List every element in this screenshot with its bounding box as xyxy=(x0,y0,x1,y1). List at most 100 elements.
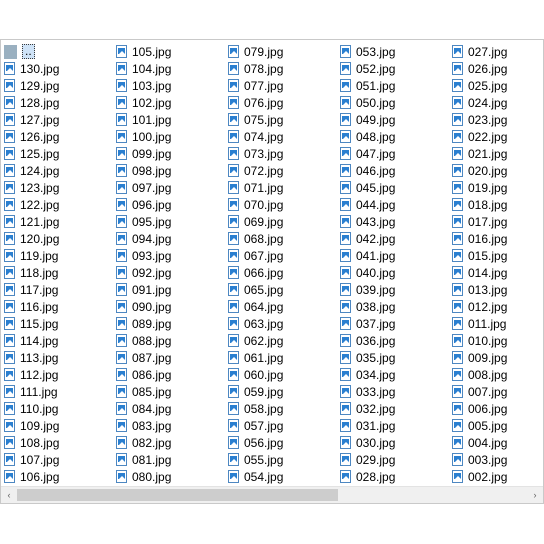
file-item[interactable]: 062.jpg xyxy=(228,332,283,349)
file-item[interactable]: 047.jpg xyxy=(340,145,395,162)
file-item[interactable]: 121.jpg xyxy=(4,213,59,230)
file-item[interactable]: 010.jpg xyxy=(452,332,507,349)
file-item[interactable]: 101.jpg xyxy=(116,111,171,128)
file-item[interactable]: 038.jpg xyxy=(340,298,395,315)
file-item[interactable]: 014.jpg xyxy=(452,264,507,281)
file-item[interactable]: 004.jpg xyxy=(452,434,507,451)
file-item[interactable]: 078.jpg xyxy=(228,60,283,77)
file-item[interactable]: 052.jpg xyxy=(340,60,395,77)
file-item[interactable]: 039.jpg xyxy=(340,281,395,298)
file-item[interactable]: 095.jpg xyxy=(116,213,171,230)
file-item[interactable]: 118.jpg xyxy=(4,264,58,281)
file-item[interactable]: 106.jpg xyxy=(4,468,59,485)
file-item[interactable]: 026.jpg xyxy=(452,60,507,77)
file-item[interactable]: 116.jpg xyxy=(4,298,58,315)
file-item[interactable]: 087.jpg xyxy=(116,349,171,366)
file-item[interactable]: 069.jpg xyxy=(228,213,283,230)
file-item[interactable]: 064.jpg xyxy=(228,298,283,315)
file-item[interactable]: 128.jpg xyxy=(4,94,59,111)
file-item[interactable]: 102.jpg xyxy=(116,94,171,111)
file-item[interactable]: 124.jpg xyxy=(4,162,59,179)
file-item[interactable]: 050.jpg xyxy=(340,94,395,111)
file-item[interactable]: 066.jpg xyxy=(228,264,283,281)
file-item[interactable]: 096.jpg xyxy=(116,196,171,213)
file-item[interactable]: 108.jpg xyxy=(4,434,59,451)
file-item[interactable]: 021.jpg xyxy=(452,145,507,162)
file-item[interactable]: 107.jpg xyxy=(4,451,59,468)
file-item[interactable]: 123.jpg xyxy=(4,179,59,196)
file-item[interactable]: 061.jpg xyxy=(228,349,283,366)
file-item[interactable]: 003.jpg xyxy=(452,451,507,468)
file-item[interactable]: 034.jpg xyxy=(340,366,395,383)
file-item[interactable]: 085.jpg xyxy=(116,383,171,400)
file-item[interactable]: 105.jpg xyxy=(116,43,171,60)
file-item[interactable]: 024.jpg xyxy=(452,94,507,111)
file-item[interactable]: 089.jpg xyxy=(116,315,171,332)
file-item[interactable]: 049.jpg xyxy=(340,111,395,128)
file-item[interactable]: 051.jpg xyxy=(340,77,395,94)
file-item[interactable]: 022.jpg xyxy=(452,128,507,145)
file-item[interactable]: 046.jpg xyxy=(340,162,395,179)
file-item[interactable]: 125.jpg xyxy=(4,145,59,162)
file-item[interactable]: 045.jpg xyxy=(340,179,395,196)
file-item[interactable]: 067.jpg xyxy=(228,247,283,264)
file-item[interactable]: 005.jpg xyxy=(452,417,507,434)
file-item[interactable]: 011.jpg xyxy=(452,315,506,332)
file-item[interactable]: 040.jpg xyxy=(340,264,395,281)
file-item[interactable]: 032.jpg xyxy=(340,400,395,417)
file-item[interactable]: 033.jpg xyxy=(340,383,395,400)
file-item[interactable]: 088.jpg xyxy=(116,332,171,349)
file-item[interactable]: 098.jpg xyxy=(116,162,171,179)
file-item[interactable]: 028.jpg xyxy=(340,468,395,485)
file-item[interactable]: 072.jpg xyxy=(228,162,283,179)
file-item[interactable]: 029.jpg xyxy=(340,451,395,468)
scroll-left-arrow-icon[interactable]: ‹ xyxy=(1,487,17,503)
file-item[interactable]: 071.jpg xyxy=(228,179,283,196)
file-item[interactable]: 097.jpg xyxy=(116,179,171,196)
file-item[interactable]: 073.jpg xyxy=(228,145,283,162)
file-item[interactable]: 044.jpg xyxy=(340,196,395,213)
file-item[interactable]: 060.jpg xyxy=(228,366,283,383)
file-item[interactable]: 041.jpg xyxy=(340,247,395,264)
file-item[interactable]: 007.jpg xyxy=(452,383,507,400)
file-item[interactable]: 081.jpg xyxy=(116,451,171,468)
file-item[interactable]: 127.jpg xyxy=(4,111,59,128)
file-item[interactable]: 008.jpg xyxy=(452,366,507,383)
file-item[interactable]: 093.jpg xyxy=(116,247,171,264)
file-item[interactable]: 036.jpg xyxy=(340,332,395,349)
file-item[interactable]: 055.jpg xyxy=(228,451,283,468)
file-item[interactable]: 099.jpg xyxy=(116,145,171,162)
file-item[interactable]: 009.jpg xyxy=(452,349,507,366)
file-item[interactable]: 015.jpg xyxy=(452,247,507,264)
file-item[interactable]: 068.jpg xyxy=(228,230,283,247)
file-item[interactable]: 122.jpg xyxy=(4,196,59,213)
file-item[interactable]: 076.jpg xyxy=(228,94,283,111)
file-item[interactable]: 054.jpg xyxy=(228,468,283,485)
file-item[interactable]: 017.jpg xyxy=(452,213,507,230)
file-item[interactable]: 058.jpg xyxy=(228,400,283,417)
file-item[interactable]: 082.jpg xyxy=(116,434,171,451)
file-item[interactable]: 042.jpg xyxy=(340,230,395,247)
file-item[interactable]: 119.jpg xyxy=(4,247,58,264)
file-item[interactable]: 063.jpg xyxy=(228,315,283,332)
file-item[interactable]: 079.jpg xyxy=(228,43,283,60)
file-item[interactable]: 104.jpg xyxy=(116,60,171,77)
file-item[interactable]: 114.jpg xyxy=(4,332,58,349)
file-item[interactable]: 086.jpg xyxy=(116,366,171,383)
file-item[interactable]: 111.jpg xyxy=(4,383,58,400)
file-item[interactable]: 031.jpg xyxy=(340,417,395,434)
file-item[interactable]: 115.jpg xyxy=(4,315,58,332)
file-item[interactable]: 129.jpg xyxy=(4,77,59,94)
file-item[interactable]: 006.jpg xyxy=(452,400,507,417)
file-item[interactable]: 130.jpg xyxy=(4,60,59,77)
file-item[interactable]: 020.jpg xyxy=(452,162,507,179)
file-item[interactable]: 059.jpg xyxy=(228,383,283,400)
file-item[interactable]: 053.jpg xyxy=(340,43,395,60)
file-item[interactable]: 110.jpg xyxy=(4,400,58,417)
file-item[interactable]: 016.jpg xyxy=(452,230,507,247)
file-item[interactable]: 075.jpg xyxy=(228,111,283,128)
file-item[interactable]: 109.jpg xyxy=(4,417,59,434)
file-item[interactable]: 025.jpg xyxy=(452,77,507,94)
file-item[interactable]: 120.jpg xyxy=(4,230,59,247)
file-item[interactable]: 126.jpg xyxy=(4,128,59,145)
